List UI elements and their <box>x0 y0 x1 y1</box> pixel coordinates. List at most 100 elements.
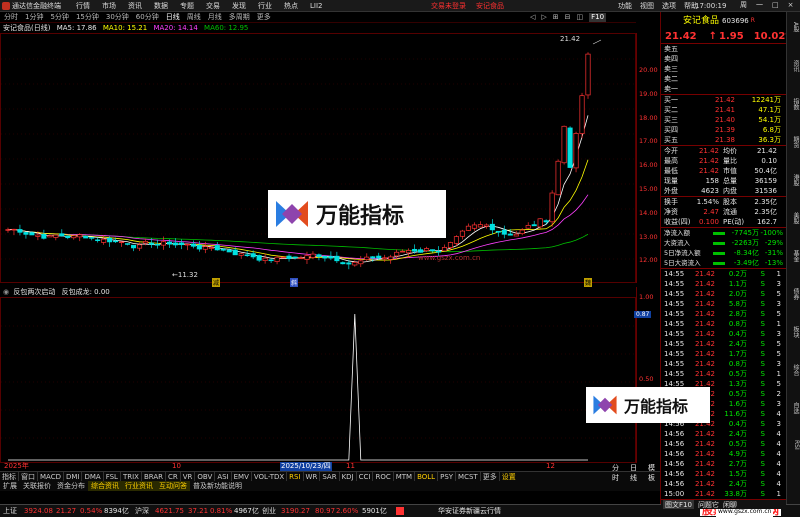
indicator-tab[interactable]: BRAR <box>140 472 165 481</box>
period-60min[interactable]: 60分钟 <box>136 13 159 22</box>
bid-row[interactable]: 买五 21.38 36.3万 <box>661 135 786 145</box>
indicator-tab[interactable]: VR <box>179 472 195 481</box>
panel-tab-ask[interactable]: 问题它 <box>698 500 719 509</box>
sidebar-item[interactable]: RSI <box>788 440 800 450</box>
tick-list[interactable]: 14:55 21.42 0.2万 S 1 14:55 21.42 1.1万 S 3 14:55 21.… <box>661 268 786 499</box>
menu-item[interactable]: 市场 <box>102 1 116 11</box>
extension-tab[interactable]: 综合资讯 <box>88 481 122 491</box>
sidebar-item[interactable]: 资讯 <box>788 60 800 72</box>
extension-tab[interactable]: 扩展 <box>0 481 20 491</box>
menu-view[interactable]: 视图 <box>640 1 654 11</box>
zoom-in-icon[interactable]: ⊞ <box>553 13 559 22</box>
bid-row[interactable]: 买四 21.39 6.8万 <box>661 125 786 135</box>
period-intraday[interactable]: 分时 <box>4 13 18 22</box>
period-30min[interactable]: 30分钟 <box>106 13 129 22</box>
menu-item[interactable]: 资讯 <box>128 1 142 11</box>
view-tab[interactable]: 分时 <box>612 463 624 483</box>
indicator-tab[interactable]: CCI <box>355 472 373 481</box>
menu-item[interactable]: 专题 <box>180 1 194 11</box>
settings-icon[interactable]: ◉ <box>3 288 9 296</box>
menu-item[interactable]: 行情 <box>76 1 90 11</box>
indicator-tab[interactable]: MACD <box>37 472 63 481</box>
menu-item[interactable]: 热点 <box>284 1 298 11</box>
view-tab[interactable]: 日线 <box>630 463 642 483</box>
panel-tab-f10[interactable]: 图文F10 <box>663 500 694 509</box>
sidebar-item[interactable]: 美股 <box>788 212 800 224</box>
extension-tab[interactable]: 普及新功能说明 <box>190 481 245 491</box>
sidebar-item[interactable]: 期货 <box>788 136 800 148</box>
indicator-tab[interactable]: ASI <box>214 472 230 481</box>
indicator-name[interactable]: 反包两次启动 <box>13 288 55 296</box>
minimize-button[interactable]: 一 <box>756 0 763 11</box>
index-cy-name[interactable]: 创业 <box>262 505 276 517</box>
prev-icon[interactable]: ◁ <box>530 13 535 22</box>
indicator-tab[interactable]: 窗口 <box>18 472 37 481</box>
indicator-tab[interactable]: CR <box>165 472 180 481</box>
ask-row[interactable]: 卖二 <box>661 74 786 84</box>
trade-login-status[interactable]: 交易未登录 <box>431 1 466 11</box>
panel-tab-chat[interactable]: 闲聊 <box>723 500 737 509</box>
period-5min[interactable]: 5分钟 <box>50 13 68 22</box>
week-button[interactable]: 周 <box>740 0 747 11</box>
extension-tab[interactable]: 互动问答 <box>156 481 190 491</box>
bid-row[interactable]: 买三 21.40 54.1万 <box>661 115 786 125</box>
indicator-tab[interactable]: ROC <box>372 472 392 481</box>
indicator-tab[interactable]: SAR <box>319 472 338 481</box>
indicator-tab[interactable]: DMA <box>81 472 102 481</box>
indicator-chart[interactable] <box>0 297 636 463</box>
indicator-tab[interactable]: DMI <box>62 472 82 481</box>
indicator-tab[interactable]: BOLL <box>414 472 437 481</box>
menu-item[interactable]: LII2 <box>310 1 322 11</box>
menu-item[interactable]: 数据 <box>154 1 168 11</box>
indicator-tab[interactable]: KDJ <box>338 472 356 481</box>
index-sh-name[interactable]: 上证 <box>3 505 17 517</box>
sidebar-item[interactable]: 板块 <box>788 326 800 338</box>
f10-button[interactable]: F10 <box>589 13 607 22</box>
sidebar-item[interactable]: 港股 <box>788 174 800 186</box>
sidebar-item[interactable]: 债券 <box>788 288 800 300</box>
zoom-out-icon[interactable]: ⊟ <box>565 13 571 22</box>
indicator-tab[interactable]: WR <box>302 472 320 481</box>
view-tab[interactable]: 模板 <box>648 463 660 483</box>
next-icon[interactable]: ▷ <box>541 13 546 22</box>
indicator-tab[interactable]: TRIX <box>119 472 141 481</box>
indicator-tab[interactable]: 更多 <box>479 472 499 481</box>
menu-options[interactable]: 选项 <box>662 1 676 11</box>
maximize-button[interactable]: □ <box>772 0 779 11</box>
close-button[interactable]: × <box>788 0 794 11</box>
period-daily[interactable]: 日线 <box>166 13 180 22</box>
indicator-tab[interactable]: 设置 <box>498 472 518 481</box>
menu-item[interactable]: 交易 <box>206 1 220 11</box>
layout-icon[interactable]: ◫ <box>577 13 584 22</box>
extension-tab[interactable]: 行业资讯 <box>122 481 156 491</box>
menu-item[interactable]: 行业 <box>258 1 272 11</box>
bid-row[interactable]: 买二 21.41 47.1万 <box>661 105 786 115</box>
period-weekly[interactable]: 周线 <box>187 13 201 22</box>
period-15min[interactable]: 15分钟 <box>76 13 99 22</box>
sidebar-item[interactable]: A股 <box>788 22 800 32</box>
indicator-tab[interactable]: 指标 <box>0 472 18 481</box>
menu-function[interactable]: 功能 <box>618 1 632 11</box>
ask-row[interactable]: 卖五 <box>661 44 786 54</box>
indicator-tab[interactable]: MTM <box>392 472 414 481</box>
extension-tab[interactable]: 关联报价 <box>20 481 54 491</box>
indicator-tab[interactable]: VOL-TDX <box>250 472 286 481</box>
indicator-tab[interactable]: FSL <box>102 472 120 481</box>
menu-item[interactable]: 发现 <box>232 1 246 11</box>
ask-row[interactable]: 卖三 <box>661 64 786 74</box>
indicator-tab[interactable]: PSY <box>437 472 455 481</box>
indicator-tab[interactable]: EMV <box>230 472 251 481</box>
sidebar-item[interactable]: 指数 <box>788 98 800 110</box>
indicator-tab[interactable]: RSI <box>286 472 302 481</box>
indicator-tab[interactable]: OBV <box>194 472 214 481</box>
sidebar-item[interactable]: 基金 <box>788 250 800 262</box>
index-sz-name[interactable]: 沪深 <box>135 505 149 517</box>
sidebar-item[interactable]: 综合 <box>788 364 800 376</box>
candlestick-chart[interactable] <box>0 33 636 283</box>
bid-row[interactable]: 买一 21.42 12241万 <box>661 95 786 105</box>
period-more[interactable]: 更多 <box>257 13 271 22</box>
period-multi[interactable]: 多周期 <box>229 13 250 22</box>
period-1min[interactable]: 1分钟 <box>25 13 43 22</box>
ask-row[interactable]: 卖四 <box>661 54 786 64</box>
ask-row[interactable]: 卖一 <box>661 84 786 94</box>
